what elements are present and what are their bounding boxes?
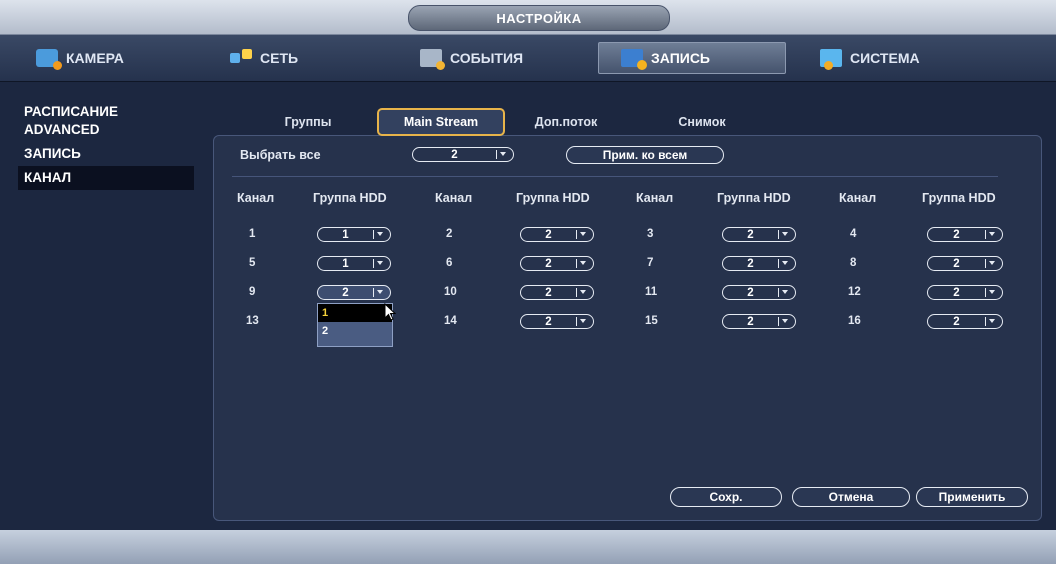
column-header-hdd-group: Группа HDD (313, 191, 387, 205)
chevron-down-icon (576, 317, 589, 326)
chevron-down-icon (985, 317, 998, 326)
tab-label: ЗАПИСЬ (651, 50, 710, 66)
chevron-down-icon (373, 230, 386, 239)
tab-groups[interactable]: Группы (273, 110, 343, 134)
channel-number: 11 (645, 286, 658, 298)
title-bar: НАСТРОЙКА (0, 0, 1056, 35)
tab-snapshot[interactable]: Снимок (665, 110, 739, 134)
tab-main-stream[interactable]: Main Stream (377, 108, 505, 136)
chevron-down-icon (985, 230, 998, 239)
tab-label: КАМЕРА (66, 50, 124, 66)
channel-number: 2 (446, 228, 453, 240)
channel-number: 10 (444, 286, 457, 298)
window-title: НАСТРОЙКА (408, 5, 670, 31)
tab-camera[interactable]: КАМЕРА (14, 42, 202, 74)
channel-number: 6 (446, 257, 453, 269)
channel-number: 8 (850, 257, 857, 269)
hdd-group-select[interactable]: 2 (927, 256, 1003, 271)
sidebar-item-channel[interactable]: КАНАЛ (18, 166, 194, 190)
select-all-dropdown[interactable]: 2 (412, 147, 514, 162)
channel-number: 13 (246, 315, 259, 327)
divider (232, 176, 998, 177)
hdd-group-select[interactable]: 1 (317, 256, 391, 271)
record-icon (621, 49, 647, 70)
hdd-group-select[interactable]: 2 (722, 256, 796, 271)
hdd-group-select[interactable]: 2 (927, 314, 1003, 329)
channel-number: 12 (848, 286, 861, 298)
chevron-down-icon (576, 259, 589, 268)
hdd-group-select[interactable]: 2 (927, 227, 1003, 242)
select-all-label: Выбрать все (240, 148, 321, 162)
hdd-group-select[interactable]: 2 (722, 314, 796, 329)
hdd-group-select[interactable]: 2 (722, 227, 796, 242)
hdd-group-select[interactable]: 2 (520, 314, 594, 329)
chevron-down-icon (576, 288, 589, 297)
mouse-cursor-icon (384, 303, 396, 321)
column-header-channel: Канал (237, 191, 275, 205)
column-header-channel: Канал (839, 191, 877, 205)
tab-label: СИСТЕМА (850, 50, 920, 66)
bottom-bar (0, 530, 1056, 564)
hdd-group-select[interactable]: 2 (520, 256, 594, 271)
chevron-down-icon (778, 317, 791, 326)
column-header-channel: Канал (636, 191, 674, 205)
hdd-group-select-open[interactable]: 2 (317, 285, 391, 300)
channel-number: 7 (647, 257, 654, 269)
system-icon (820, 49, 842, 70)
channel-number: 9 (249, 286, 256, 298)
column-header-channel: Канал (435, 191, 473, 205)
channel-number: 4 (850, 228, 857, 240)
tab-sub-stream[interactable]: Доп.поток (525, 110, 607, 134)
chevron-down-icon (985, 288, 998, 297)
sidebar: РАСПИСАНИЕ ADVANCED ЗАПИСЬ КАНАЛ (18, 100, 194, 190)
column-header-hdd-group: Группа HDD (516, 191, 590, 205)
hdd-group-select[interactable]: 2 (722, 285, 796, 300)
chevron-down-icon (778, 259, 791, 268)
column-header-hdd-group: Группа HDD (922, 191, 996, 205)
chevron-down-icon (373, 288, 386, 297)
channel-number: 1 (249, 228, 256, 240)
channel-number: 3 (647, 228, 654, 240)
save-button[interactable]: Сохр. (670, 487, 782, 507)
channel-number: 5 (249, 257, 256, 269)
network-icon (230, 49, 252, 67)
tab-label: СОБЫТИЯ (450, 50, 524, 66)
channel-number: 15 (645, 315, 658, 327)
chevron-down-icon (496, 150, 509, 159)
tab-events[interactable]: СОБЫТИЯ (398, 42, 586, 74)
chevron-down-icon (373, 259, 386, 268)
channel-number: 14 (444, 315, 457, 327)
hdd-group-select[interactable]: 2 (927, 285, 1003, 300)
chevron-down-icon (985, 259, 998, 268)
chevron-down-icon (778, 288, 791, 297)
hdd-group-select[interactable]: 2 (520, 285, 594, 300)
hdd-group-select[interactable]: 2 (520, 227, 594, 242)
apply-to-all-button[interactable]: Прим. ко всем (566, 146, 724, 164)
camera-icon (36, 49, 62, 70)
dropdown-option[interactable]: 1 (318, 304, 392, 322)
chevron-down-icon (778, 230, 791, 239)
cancel-button[interactable]: Отмена (792, 487, 910, 507)
dropdown-option[interactable]: 2 (318, 322, 392, 340)
tab-label: СЕТЬ (260, 50, 299, 66)
events-icon (420, 49, 445, 70)
tab-network[interactable]: СЕТЬ (208, 42, 396, 74)
chevron-down-icon (576, 230, 589, 239)
column-header-hdd-group: Группа HDD (717, 191, 791, 205)
sidebar-item-record[interactable]: ЗАПИСЬ (18, 142, 194, 166)
tab-system[interactable]: СИСТЕМА (798, 42, 986, 74)
main-tab-bar: КАМЕРА СЕТЬ СОБЫТИЯ ЗАПИСЬ СИСТЕМА (0, 35, 1056, 82)
tab-record[interactable]: ЗАПИСЬ (598, 42, 786, 74)
apply-button[interactable]: Применить (916, 487, 1028, 507)
channel-number: 16 (848, 315, 861, 327)
hdd-group-select[interactable]: 1 (317, 227, 391, 242)
dropdown-list: 1 2 (317, 303, 393, 347)
